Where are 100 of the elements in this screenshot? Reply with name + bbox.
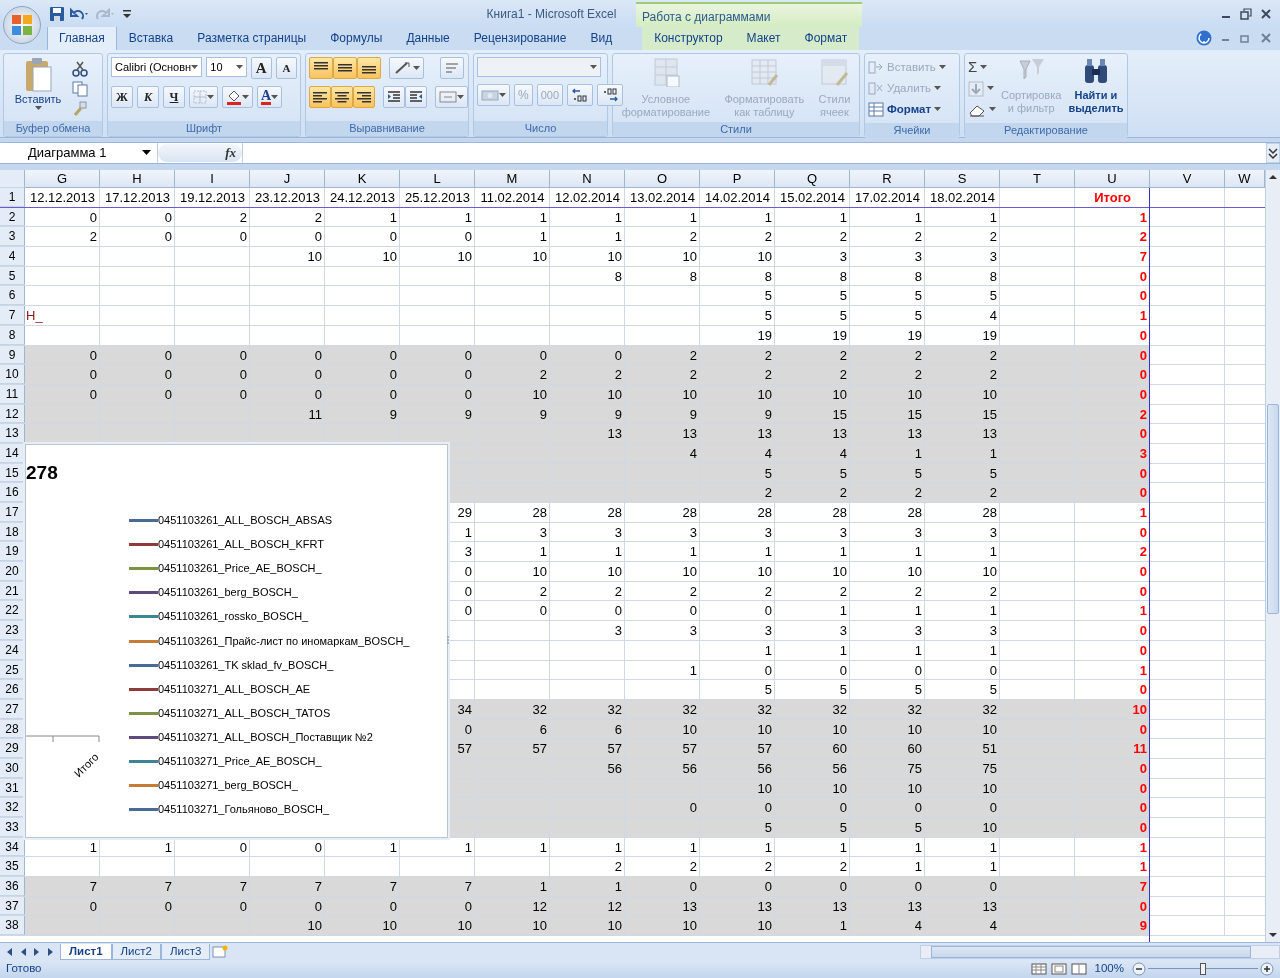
increase-indent-button[interactable] xyxy=(405,86,427,108)
font-size-field[interactable]: 10 xyxy=(206,57,247,77)
row-header[interactable]: 8 xyxy=(0,325,25,345)
column-header[interactable]: O xyxy=(625,170,700,188)
row-header[interactable]: 33 xyxy=(0,818,25,837)
name-box[interactable]: Диаграмма 1 xyxy=(0,143,158,163)
caret-icon[interactable] xyxy=(989,107,996,112)
row-header[interactable]: 5 xyxy=(0,266,25,286)
row-header[interactable]: 18 xyxy=(0,522,25,542)
undo-icon[interactable] xyxy=(69,5,91,22)
row-header[interactable]: 20 xyxy=(0,562,25,581)
row-header[interactable]: 23 xyxy=(0,621,25,640)
orientation-button[interactable] xyxy=(389,57,424,79)
shrink-font-button[interactable]: A xyxy=(275,57,297,79)
zoom-in-icon[interactable] xyxy=(1260,962,1274,976)
row-header[interactable]: 19 xyxy=(0,542,25,562)
chart-area[interactable] xyxy=(25,444,448,839)
sheet-tab[interactable]: Лист1 xyxy=(60,943,112,960)
row-header[interactable]: 11 xyxy=(0,384,25,404)
caret-icon[interactable] xyxy=(191,64,199,70)
ribbon-tab[interactable]: Формулы xyxy=(318,25,395,50)
column-header[interactable]: P xyxy=(700,170,775,188)
align-center-button[interactable] xyxy=(331,86,353,108)
caret-icon[interactable] xyxy=(413,65,420,71)
zoom-out-icon[interactable] xyxy=(1132,962,1146,976)
caret-icon[interactable] xyxy=(499,92,506,98)
restore-icon[interactable] xyxy=(1240,32,1252,44)
vertical-scrollbar[interactable] xyxy=(1265,170,1280,942)
close-icon[interactable] xyxy=(1260,7,1272,20)
ribbon-tab[interactable]: Данные xyxy=(394,25,462,50)
resize-handle[interactable] xyxy=(446,635,450,646)
column-header[interactable]: K xyxy=(325,170,400,188)
font-name-field[interactable]: Calibri (Основн xyxy=(111,57,203,77)
scroll-thumb[interactable] xyxy=(931,945,1252,958)
caret-icon[interactable] xyxy=(590,64,597,70)
row-header[interactable]: 22 xyxy=(0,601,25,621)
row-header[interactable]: 4 xyxy=(0,247,25,266)
column-header[interactable]: G xyxy=(25,170,100,188)
paste-button[interactable]: Вставить xyxy=(7,57,69,118)
underline-button[interactable]: Ч xyxy=(163,86,185,108)
zoom-level[interactable]: 100% xyxy=(1094,960,1124,978)
office-button[interactable] xyxy=(3,6,41,44)
caret-icon[interactable] xyxy=(242,94,249,100)
grow-font-button[interactable]: A xyxy=(250,57,272,79)
row-header[interactable]: 10 xyxy=(0,365,25,384)
caret-icon[interactable] xyxy=(235,64,243,70)
row-header[interactable]: 28 xyxy=(0,719,25,739)
column-header[interactable]: U xyxy=(1075,170,1150,188)
column-header[interactable]: I xyxy=(175,170,250,188)
row-header[interactable]: 38 xyxy=(0,916,25,936)
column-header[interactable]: M xyxy=(475,170,550,188)
horizontal-scrollbar[interactable] xyxy=(920,944,1280,959)
restore-icon[interactable] xyxy=(1240,7,1252,20)
align-top-button[interactable] xyxy=(309,57,333,79)
caret-icon[interactable] xyxy=(271,94,279,100)
row-header[interactable]: 3 xyxy=(0,227,25,247)
ribbon-tab[interactable]: Конструктор xyxy=(642,25,735,50)
column-header[interactable]: W xyxy=(1225,170,1265,188)
zoom-slider[interactable] xyxy=(1148,962,1258,976)
scroll-thumb[interactable] xyxy=(1267,404,1279,614)
row-header[interactable]: 30 xyxy=(0,758,25,778)
ribbon-tab[interactable]: Вставка xyxy=(116,25,186,50)
row-header[interactable]: 9 xyxy=(0,345,25,365)
column-header[interactable]: N xyxy=(550,170,625,188)
ribbon-tab[interactable]: Вид xyxy=(578,25,625,50)
decrease-decimal-button[interactable] xyxy=(597,84,624,106)
italic-button[interactable]: К xyxy=(137,86,159,108)
row-header[interactable]: 35 xyxy=(0,857,25,877)
align-right-button[interactable] xyxy=(353,86,375,108)
column-header[interactable]: H xyxy=(100,170,175,188)
align-middle-button[interactable] xyxy=(333,57,357,79)
find-select-button[interactable]: Найти и выделить xyxy=(1066,57,1126,120)
column-header[interactable]: Q xyxy=(775,170,850,188)
help-icon[interactable] xyxy=(1196,30,1212,46)
expand-icon[interactable] xyxy=(1266,143,1280,163)
row-header[interactable]: 7 xyxy=(0,306,25,325)
caret-icon[interactable] xyxy=(207,94,214,100)
slider-thumb[interactable] xyxy=(1200,963,1206,975)
row-header[interactable]: 32 xyxy=(0,798,25,817)
cells-format-button[interactable]: Формат xyxy=(868,99,956,120)
save-icon[interactable] xyxy=(49,5,65,22)
row-header[interactable]: 26 xyxy=(0,680,25,699)
align-left-button[interactable] xyxy=(309,86,331,108)
bold-button[interactable]: Ж xyxy=(111,86,133,108)
row-header[interactable]: 15 xyxy=(0,463,25,483)
row-header[interactable]: 1 xyxy=(0,188,25,207)
normal-view-icon[interactable] xyxy=(1030,963,1047,975)
font-color-button[interactable]: A xyxy=(257,86,283,108)
ribbon-tab[interactable]: Рецензирование xyxy=(461,25,579,50)
row-header[interactable]: 21 xyxy=(0,581,25,601)
borders-button[interactable] xyxy=(189,86,218,108)
increase-decimal-button[interactable] xyxy=(567,84,594,106)
row-header[interactable]: 34 xyxy=(0,837,25,857)
column-header[interactable]: V xyxy=(1150,170,1225,188)
caret-icon[interactable] xyxy=(142,150,151,156)
row-header[interactable]: 13 xyxy=(0,424,25,443)
column-header[interactable]: L xyxy=(400,170,475,188)
caret-icon[interactable] xyxy=(457,94,464,100)
row-header[interactable]: 2 xyxy=(0,207,25,227)
caret-icon[interactable] xyxy=(980,65,988,70)
